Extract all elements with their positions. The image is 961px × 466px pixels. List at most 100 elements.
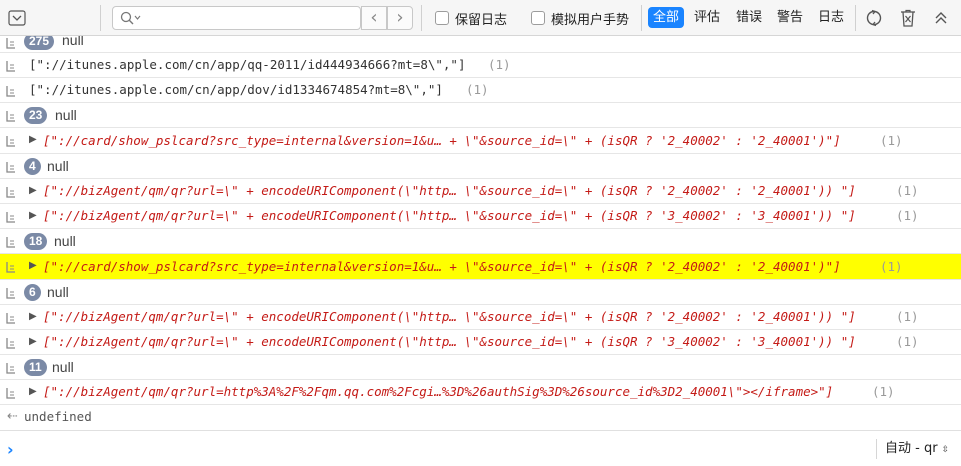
- log-message: null: [47, 284, 69, 300]
- log-message: ["://itunes.apple.com/cn/app/qq-2011/id4…: [29, 57, 466, 72]
- repeat-count: (1): [466, 82, 489, 97]
- log-message: null: [54, 233, 76, 249]
- filter-errors[interactable]: 错误: [731, 7, 767, 28]
- console-toolbar: ‹ › 保留日志 模拟用户手势 全部 评估 错误 警告 日志: [0, 0, 961, 36]
- log-message: null: [52, 359, 74, 375]
- console-prompt[interactable]: › 自动 - qr ⇳: [0, 430, 961, 466]
- toolbar-divider: [100, 5, 101, 31]
- log-icon: [6, 388, 15, 399]
- repeat-count: (1): [896, 309, 919, 324]
- log-icon: [6, 313, 15, 324]
- log-group-row[interactable]: 4 null: [0, 154, 961, 179]
- repeat-count-badge: 4: [24, 158, 41, 175]
- log-icon: [6, 262, 15, 273]
- log-message: ["://bizAgent/qm/qr?url=\" + encodeURICo…: [43, 208, 856, 223]
- clear-console-icon[interactable]: [898, 8, 918, 28]
- repeat-count-badge: 6: [24, 284, 41, 301]
- repeat-count: (1): [872, 384, 895, 399]
- group-icon: [6, 111, 15, 122]
- log-message: ["://bizAgent/qm/qr?url=\" + encodeURICo…: [43, 183, 856, 198]
- log-group-row[interactable]: 18 null: [0, 229, 961, 254]
- console-log: 275 null ["://itunes.apple.com/cn/app/qq…: [0, 36, 961, 430]
- disclosure-triangle-icon[interactable]: ▶: [29, 185, 37, 196]
- log-row-highlighted[interactable]: ▶ ["://card/show_pslcard?src_type=intern…: [0, 254, 961, 280]
- log-icon: [6, 187, 15, 198]
- log-message: ["://bizAgent/qm/qr?url=\" + encodeURICo…: [43, 309, 856, 324]
- log-message: ["://bizAgent/qm/qr?url=\" + encodeURICo…: [43, 334, 856, 349]
- emulate-gesture-checkbox[interactable]: [531, 11, 545, 25]
- repeat-count: (1): [880, 259, 903, 274]
- disclosure-triangle-icon[interactable]: ▶: [29, 311, 37, 322]
- filter-warnings[interactable]: 警告: [772, 7, 808, 28]
- log-group-row[interactable]: 11 null: [0, 355, 961, 380]
- disclosure-triangle-icon[interactable]: ▶: [29, 210, 37, 221]
- disclosure-triangle-icon[interactable]: ▶: [29, 134, 37, 145]
- repeat-count-badge: 275: [24, 36, 55, 50]
- disclosure-triangle-icon[interactable]: ▶: [29, 386, 37, 397]
- group-icon: [6, 38, 15, 49]
- previous-match-button[interactable]: ‹: [361, 6, 387, 30]
- filter-all[interactable]: 全部: [648, 7, 685, 28]
- group-icon: [6, 363, 15, 374]
- filter-logs[interactable]: 日志: [813, 7, 849, 28]
- log-message: null: [55, 107, 77, 123]
- log-message: ["://bizAgent/qm/qr?url=http%3A%2F%2Fqm.…: [43, 384, 834, 399]
- log-icon: [6, 136, 15, 147]
- search-icon: [119, 10, 143, 26]
- updown-chevron-icon: ⇳: [941, 445, 950, 455]
- disclosure-triangle-icon[interactable]: ▶: [29, 260, 37, 271]
- log-icon: [6, 86, 15, 97]
- log-message: null: [47, 158, 69, 174]
- repeat-count-badge: 23: [24, 107, 48, 124]
- log-row[interactable]: ["://itunes.apple.com/cn/app/dov/id13346…: [0, 78, 961, 103]
- log-message: ["://itunes.apple.com/cn/app/dov/id13346…: [29, 82, 443, 97]
- chevron-left-icon: ‹: [370, 7, 378, 28]
- group-icon: [6, 162, 15, 173]
- repeat-count: (1): [896, 183, 919, 198]
- group-icon: [6, 237, 15, 248]
- log-row[interactable]: ▶ ["://bizAgent/qm/qr?url=\" + encodeURI…: [0, 305, 961, 330]
- result-arrow-icon: ⇠: [7, 409, 18, 424]
- disclosure-triangle-icon[interactable]: ▶: [29, 336, 37, 347]
- toolbar-divider: [421, 5, 422, 31]
- prompt-chevron-icon: ›: [7, 440, 14, 459]
- log-icon: [6, 61, 15, 72]
- reload-icon[interactable]: [864, 8, 884, 28]
- next-match-button[interactable]: ›: [387, 6, 413, 30]
- repeat-count: (1): [880, 133, 903, 148]
- log-row[interactable]: ▶ ["://bizAgent/qm/qr?url=http%3A%2F%2Fq…: [0, 380, 961, 405]
- log-row[interactable]: ▶ ["://bizAgent/qm/qr?url=\" + encodeURI…: [0, 204, 961, 229]
- log-row[interactable]: ▶ ["://bizAgent/qm/qr?url=\" + encodeURI…: [0, 179, 961, 204]
- log-group-row[interactable]: 6 null: [0, 280, 961, 305]
- log-group-row[interactable]: 23 null: [0, 103, 961, 128]
- execution-context-select[interactable]: 自动 - qr ⇳: [876, 439, 949, 459]
- toolbar-divider: [641, 5, 642, 31]
- filter-evaluations[interactable]: 评估: [689, 7, 725, 28]
- log-icon: [6, 338, 15, 349]
- search-field[interactable]: [112, 6, 361, 30]
- toolbar-divider: [855, 5, 856, 31]
- dock-toggle-icon[interactable]: [8, 9, 26, 27]
- repeat-count-badge: 18: [24, 233, 48, 250]
- repeat-count: (1): [896, 208, 919, 223]
- log-icon: [6, 212, 15, 223]
- log-row[interactable]: ["://itunes.apple.com/cn/app/qq-2011/id4…: [0, 53, 961, 78]
- log-message: null: [62, 36, 84, 48]
- result-row: ⇠ undefined: [0, 405, 961, 430]
- repeat-count: (1): [896, 334, 919, 349]
- preserve-log-checkbox[interactable]: [435, 11, 449, 25]
- repeat-count-badge: 11: [24, 359, 47, 376]
- log-group-row[interactable]: 275 null: [0, 36, 961, 53]
- log-message: ["://card/show_pslcard?src_type=internal…: [43, 133, 841, 148]
- group-icon: [6, 288, 15, 299]
- repeat-count: (1): [488, 57, 511, 72]
- chevron-right-icon: ›: [396, 7, 404, 28]
- emulate-gesture-label[interactable]: 模拟用户手势: [551, 9, 629, 28]
- result-value: undefined: [24, 409, 92, 424]
- log-message: ["://card/show_pslcard?src_type=internal…: [43, 259, 841, 274]
- collapse-icon[interactable]: [931, 8, 951, 28]
- execution-context-label: 自动 - qr: [885, 441, 938, 456]
- preserve-log-label[interactable]: 保留日志: [455, 9, 507, 28]
- log-row[interactable]: ▶ ["://card/show_pslcard?src_type=intern…: [0, 128, 961, 154]
- log-row[interactable]: ▶ ["://bizAgent/qm/qr?url=\" + encodeURI…: [0, 330, 961, 355]
